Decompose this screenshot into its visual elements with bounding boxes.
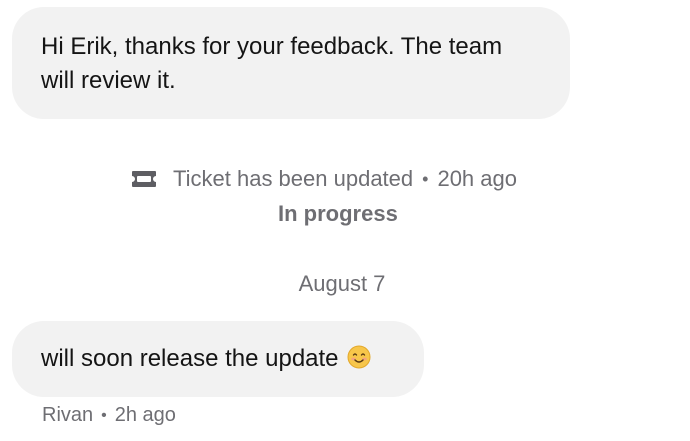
message-time: 2h ago (114, 404, 176, 426)
message-bubble[interactable]: Hi Erik, thanks for your feedback. The t… (12, 7, 570, 119)
date-divider: August 7 (298, 271, 386, 296)
sender-name: Rivan (42, 404, 94, 426)
separator-dot: • (101, 406, 107, 424)
ticket-update-time: 20h ago (437, 166, 517, 191)
message-meta: Rivan • 2h ago (42, 404, 176, 427)
ticket-update-line: Ticket has been updated • 20h ago (130, 164, 517, 194)
ticket-update-text: Ticket has been updated (173, 166, 414, 191)
ticket-icon (130, 168, 158, 190)
smiling-face-emoji-icon (347, 345, 371, 369)
message-text: Hi Erik, thanks for your feedback. The t… (41, 33, 503, 94)
message-text: will soon release the update (41, 345, 339, 372)
ticket-status: In progress (278, 201, 398, 226)
separator-dot: • (422, 168, 429, 189)
message-bubble[interactable]: will soon release the update (12, 321, 424, 397)
